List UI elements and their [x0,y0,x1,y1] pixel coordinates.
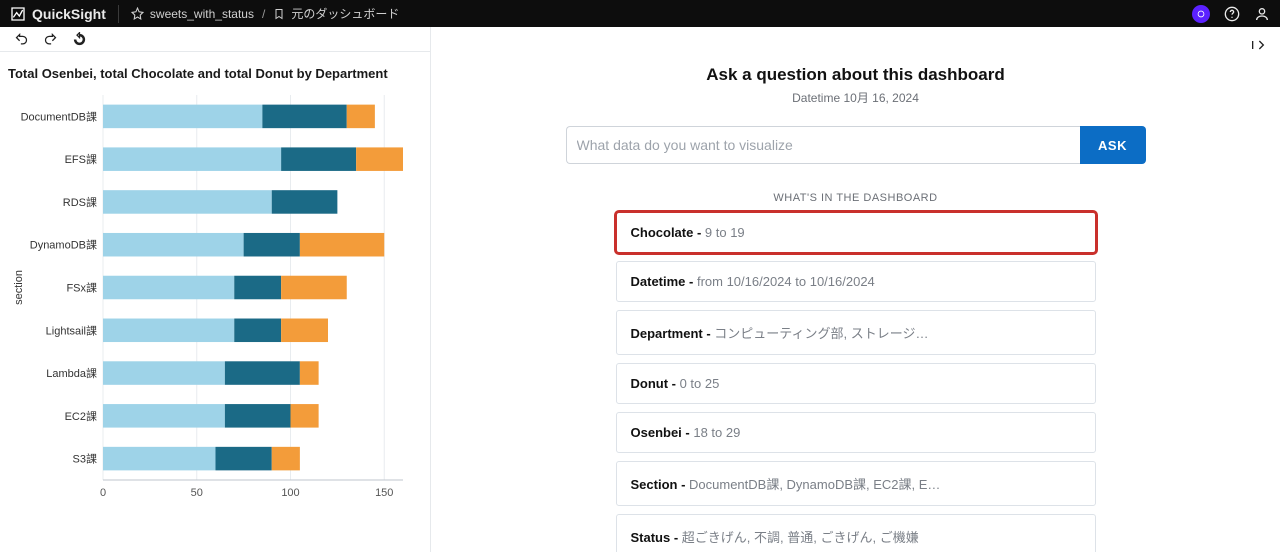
category-label: DynamoDB課 [30,238,97,252]
separator [118,5,119,23]
bar-segment[interactable] [272,447,300,471]
bar-segment[interactable] [234,319,281,343]
ask-panel: Ask a question about this dashboard Date… [430,27,1280,552]
chart-title: Total Osenbei, total Chocolate and total… [8,66,422,81]
collapse-panel-button[interactable] [1250,37,1266,56]
bar-segment[interactable] [291,404,319,428]
category-label: S3課 [73,452,97,466]
bar-segment[interactable] [272,190,338,214]
ask-input[interactable] [566,126,1080,164]
dashboard-field-item[interactable]: Status - 超ごきげん, 不調, 普通, ごきげん, ご機嫌 [616,514,1096,552]
y-axis-label: section [13,270,25,305]
field-key: Osenbei - [631,425,694,440]
reset-icon[interactable] [72,32,87,47]
user-icon[interactable] [1254,6,1270,22]
left-pane: Total Osenbei, total Chocolate and total… [0,27,430,552]
field-value: 18 to 29 [693,425,740,440]
bar-segment[interactable] [103,190,272,214]
ask-title: Ask a question about this dashboard [706,65,1004,85]
quicksight-logo-icon [10,6,26,22]
bar-segment[interactable] [103,233,244,257]
q-assistant-button[interactable] [1192,5,1210,23]
bar-segment[interactable] [300,361,319,385]
bar-segment[interactable] [103,319,234,343]
bar-segment[interactable] [103,105,262,129]
bar-segment[interactable] [103,447,216,471]
dashboard-field-item[interactable]: Chocolate - 9 to 19 [616,212,1096,253]
dashboard-field-item[interactable]: Section - DocumentDB課, DynamoDB課, EC2課, … [616,461,1096,506]
category-label: DocumentDB課 [21,109,97,123]
main-split: Total Osenbei, total Chocolate and total… [0,27,1280,552]
bar-segment[interactable] [281,147,356,171]
app-root: QuickSight sweets_with_status / 元のダッシュボー… [0,0,1280,552]
dashboard-field-item[interactable]: Datetime - from 10/16/2024 to 10/16/2024 [616,261,1096,302]
category-label: FSx課 [66,281,97,295]
bar-segment[interactable] [234,276,281,300]
bar-segment[interactable] [103,361,225,385]
bar-segment[interactable] [103,147,281,171]
brand-text: QuickSight [32,6,106,22]
bar-chart[interactable]: 0 50 100 150 DocumentDB課 EFS課 RDS課 DynamoDB課 FSx… [8,95,418,515]
field-key: Status - [631,530,682,545]
field-key: Chocolate - [631,225,705,240]
undo-icon[interactable] [14,32,29,47]
dashboard-field-item[interactable]: Donut - 0 to 25 [616,363,1096,404]
ask-button[interactable]: ASK [1080,126,1146,164]
dashboard-field-item[interactable]: Osenbei - 18 to 29 [616,412,1096,453]
redo-icon[interactable] [43,32,58,47]
chart-panel: Total Osenbei, total Chocolate and total… [0,52,430,552]
topbar-right [1192,5,1270,23]
edit-toolbar [0,27,430,52]
bar-segment[interactable] [281,319,328,343]
breadcrumb: sweets_with_status / 元のダッシュボード [131,5,399,22]
dashboard-fields-header: WHAT'S IN THE DASHBOARD [773,192,937,204]
bar-segment[interactable] [356,147,403,171]
crumb-dashboard[interactable]: 元のダッシュボード [291,5,399,22]
bar-segment[interactable] [300,233,384,257]
dashboard-fields-list: Chocolate - 9 to 19 Datetime - from 10/16… [616,212,1096,552]
ask-subtitle: Datetime 10月 16, 2024 [792,89,919,106]
bar-segment[interactable] [347,105,375,129]
bar-segment[interactable] [244,233,300,257]
svg-text:50: 50 [191,487,203,499]
category-label: RDS課 [63,195,97,209]
help-icon[interactable] [1224,6,1240,22]
field-key: Datetime - [631,274,697,289]
bar-segment[interactable] [225,404,291,428]
crumb-separator: / [262,7,265,21]
ask-input-row: ASK [566,126,1146,164]
svg-text:100: 100 [281,487,299,499]
topbar: QuickSight sweets_with_status / 元のダッシュボー… [0,0,1280,27]
field-value: 0 to 25 [680,376,720,391]
bar-segment[interactable] [103,404,225,428]
category-label: EFS課 [65,152,97,166]
bar-segment[interactable] [103,276,234,300]
star-icon[interactable] [131,7,144,20]
field-value: 超ごきげん, 不調, 普通, ごきげん, ご機嫌 [682,530,919,545]
svg-text:0: 0 [100,487,106,499]
bar-segment[interactable] [216,447,272,471]
category-label: Lambda課 [46,366,97,380]
dashboard-field-item[interactable]: Department - コンピューティング部, ストレージ… [616,310,1096,355]
bar-segment[interactable] [262,105,346,129]
field-key: Department - [631,326,715,341]
field-value: コンピューティング部, ストレージ… [714,326,928,341]
bar-segment[interactable] [225,361,300,385]
brand: QuickSight [10,6,106,22]
category-label: EC2課 [65,409,97,423]
crumb-dataset[interactable]: sweets_with_status [150,7,254,21]
field-value: 9 to 19 [705,225,745,240]
field-value: DocumentDB課, DynamoDB課, EC2課, E… [689,477,940,492]
category-label: Lightsail課 [46,323,97,337]
bar-segment[interactable] [281,276,347,300]
svg-text:150: 150 [375,487,393,499]
field-key: Donut - [631,376,680,391]
field-value: from 10/16/2024 to 10/16/2024 [697,274,875,289]
bookmark-icon[interactable] [273,8,285,20]
field-key: Section - [631,477,690,492]
